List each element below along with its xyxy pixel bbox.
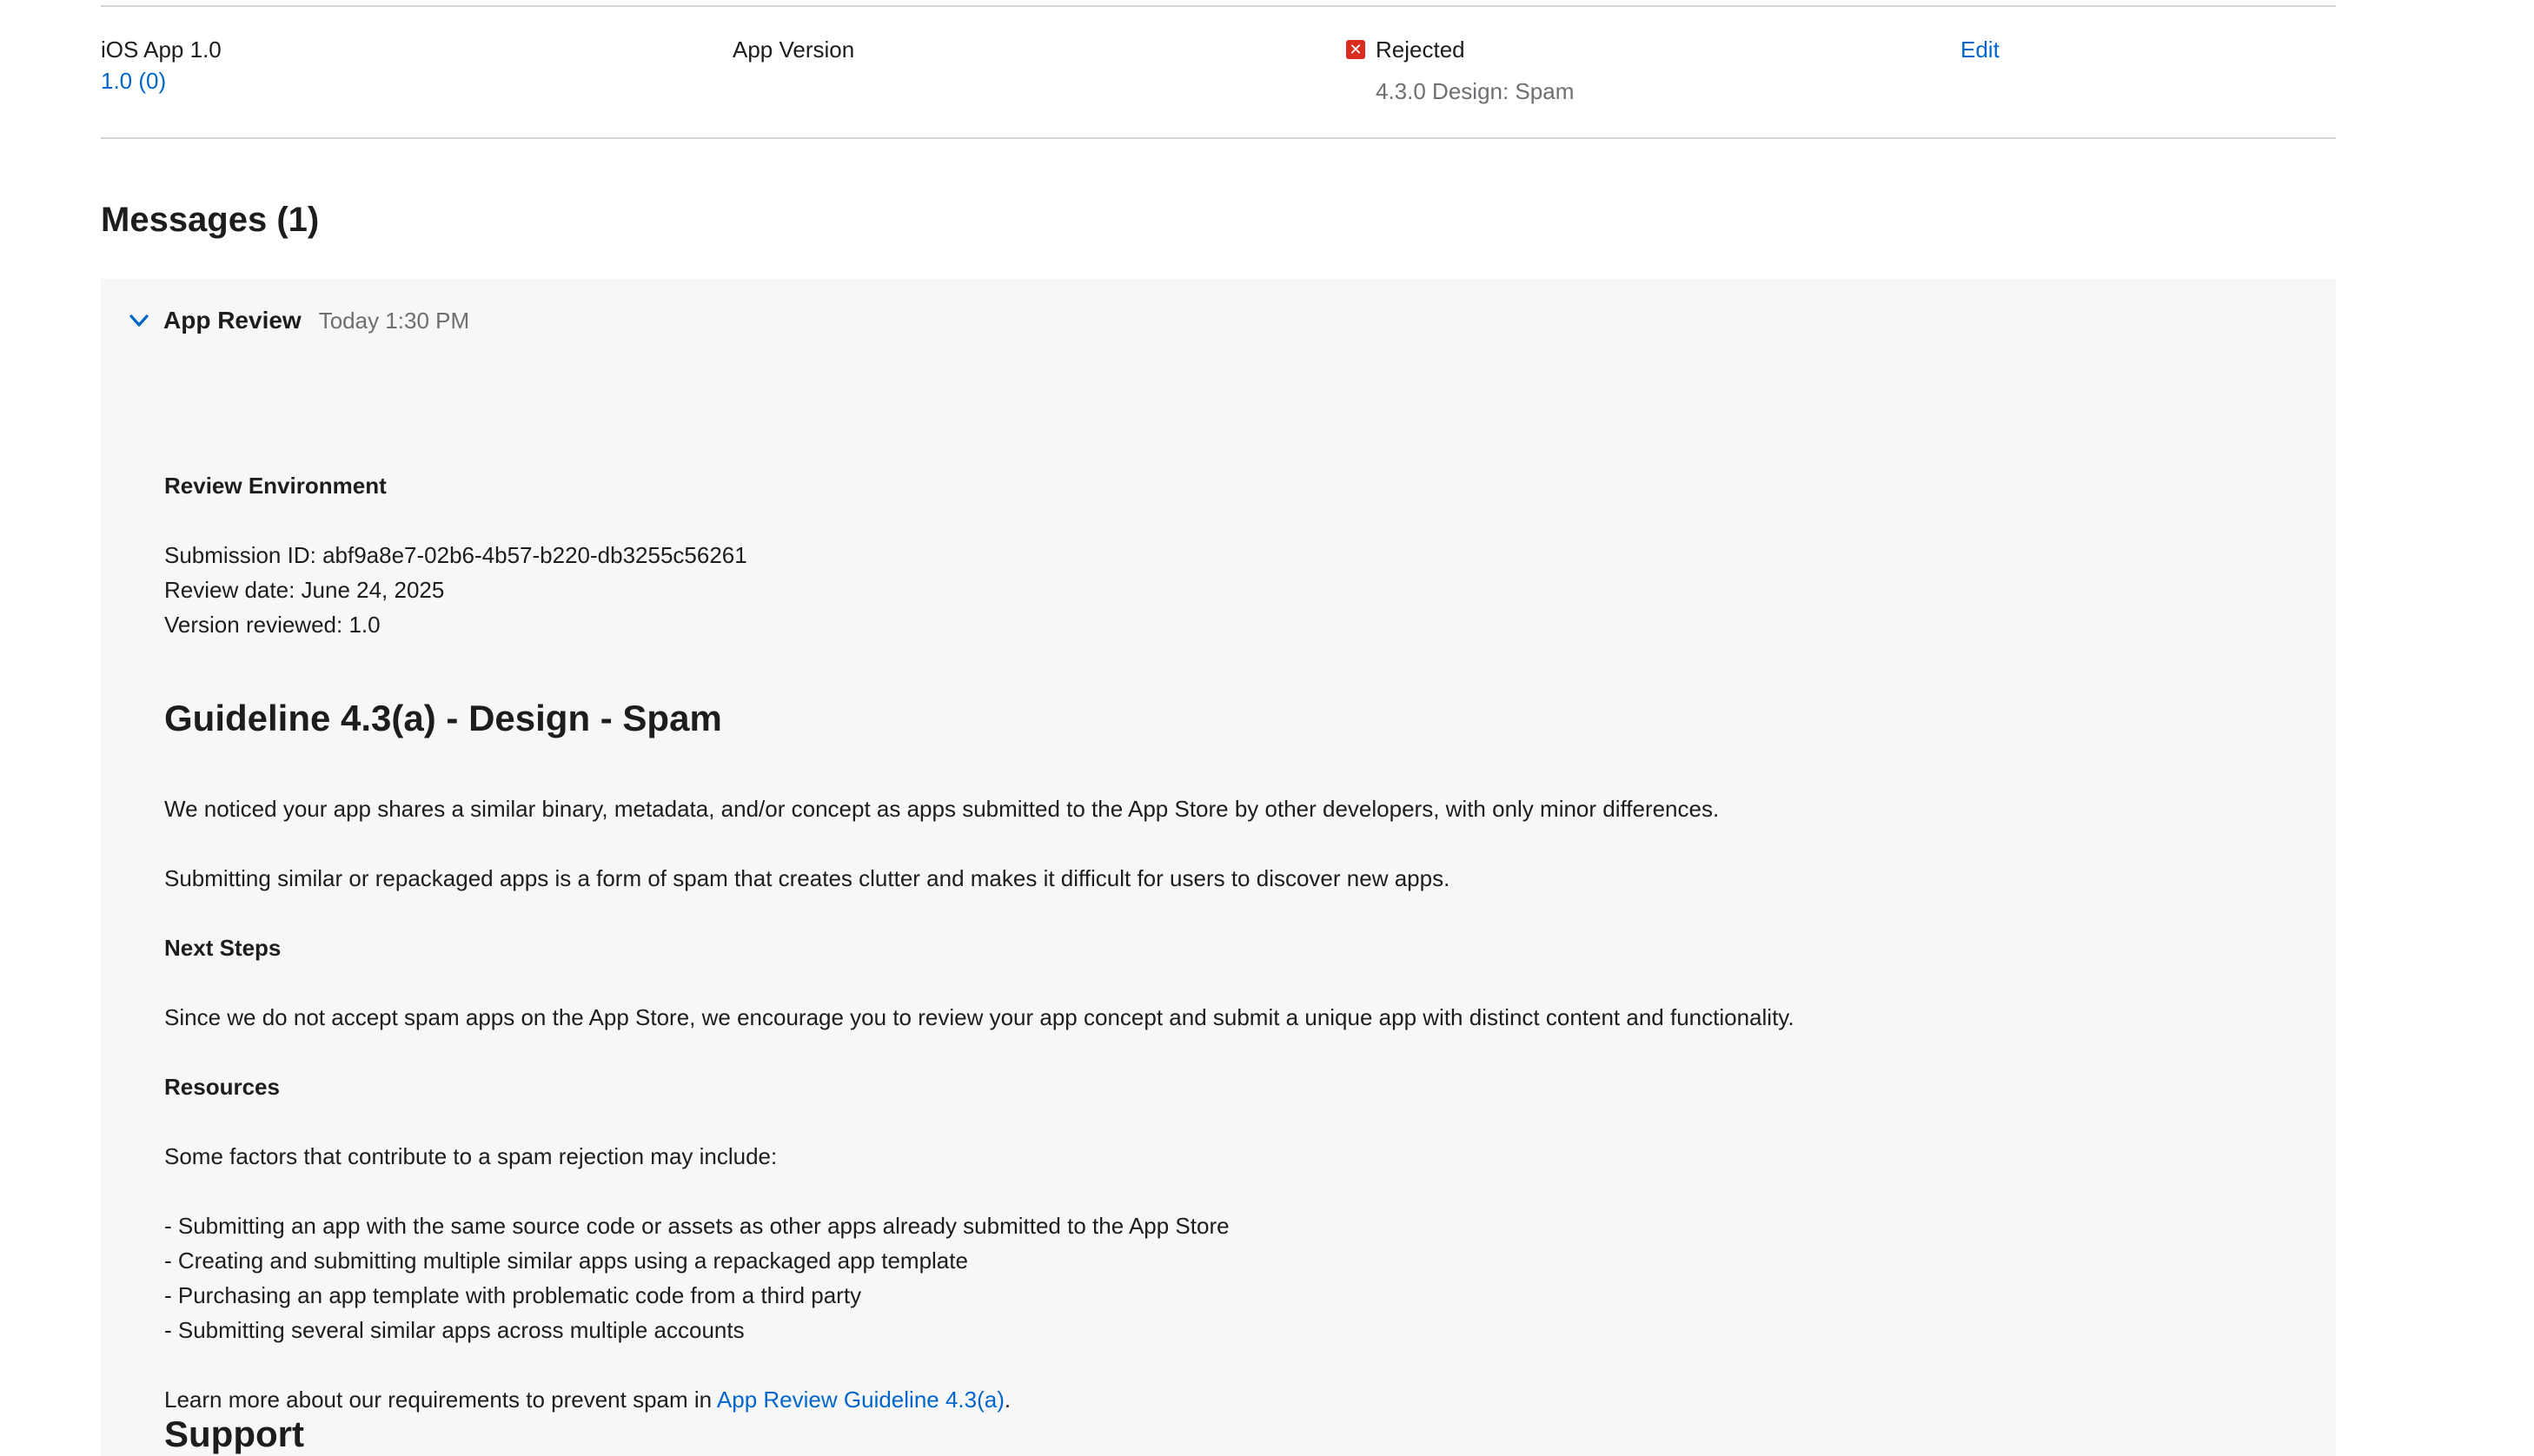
- page: iOS App 1.0 1.0 (0) App Version ✕ Reject…: [0, 0, 2534, 1456]
- build-row: iOS App 1.0 1.0 (0) App Version ✕ Reject…: [101, 7, 2336, 139]
- review-date: Review date: June 24, 2025: [164, 577, 445, 603]
- version-reviewed: Version reviewed: 1.0: [164, 612, 381, 638]
- chevron-down-icon[interactable]: [127, 308, 151, 333]
- factor-item: - Submitting several similar apps across…: [164, 1317, 745, 1343]
- factor-item: - Purchasing an app template with proble…: [164, 1282, 862, 1308]
- build-status-cell: ✕ Rejected 4.3.0 Design: Spam: [1346, 35, 1574, 106]
- resources-heading: Resources: [164, 1074, 280, 1100]
- messages-title: Messages (1): [101, 201, 320, 239]
- paragraph-next-steps: Since we do not accept spam apps on the …: [164, 1004, 1794, 1030]
- message-body: Review Environment Submission ID: abf9a8…: [164, 468, 2250, 1456]
- status-reason: 4.3.0 Design: Spam: [1376, 78, 1575, 104]
- app-name: iOS App 1.0: [101, 36, 222, 63]
- factor-item: - Creating and submitting multiple simil…: [164, 1248, 968, 1274]
- x-square-icon: ✕: [1346, 40, 1365, 59]
- edit-link[interactable]: Edit: [1960, 35, 2000, 64]
- guideline-title: Guideline 4.3(a) - Design - Spam: [164, 698, 722, 738]
- status-line: ✕ Rejected: [1346, 35, 1574, 64]
- review-environment-heading: Review Environment: [164, 473, 387, 499]
- factor-item: - Submitting an app with the same source…: [164, 1213, 1230, 1239]
- guideline-link[interactable]: App Review Guideline 4.3(a): [717, 1387, 1005, 1413]
- message-header[interactable]: App Review Today 1:30 PM: [127, 303, 469, 338]
- message-sender: App Review: [163, 307, 302, 334]
- build-type: App Version: [733, 36, 855, 63]
- build-name-cell: iOS App 1.0 1.0 (0): [101, 35, 222, 96]
- learn-more-period: .: [1004, 1387, 1012, 1413]
- message-card: App Review Today 1:30 PM Review Environm…: [101, 279, 2336, 1456]
- app-version-link[interactable]: 1.0 (0): [101, 66, 222, 96]
- submission-id: Submission ID: abf9a8e7-02b6-4b57-b220-d…: [164, 542, 747, 568]
- paragraph-similar-binary: We noticed your app shares a similar bin…: [164, 796, 1720, 822]
- status-text: Rejected: [1376, 36, 1465, 63]
- message-time: Today 1:30 PM: [318, 308, 470, 334]
- next-steps-heading: Next Steps: [164, 935, 282, 961]
- learn-more-text: Learn more about our requirements to pre…: [164, 1387, 717, 1413]
- paragraph-repackaged: Submitting similar or repackaged apps is…: [164, 865, 1450, 891]
- paragraph-factors-intro: Some factors that contribute to a spam r…: [164, 1143, 778, 1169]
